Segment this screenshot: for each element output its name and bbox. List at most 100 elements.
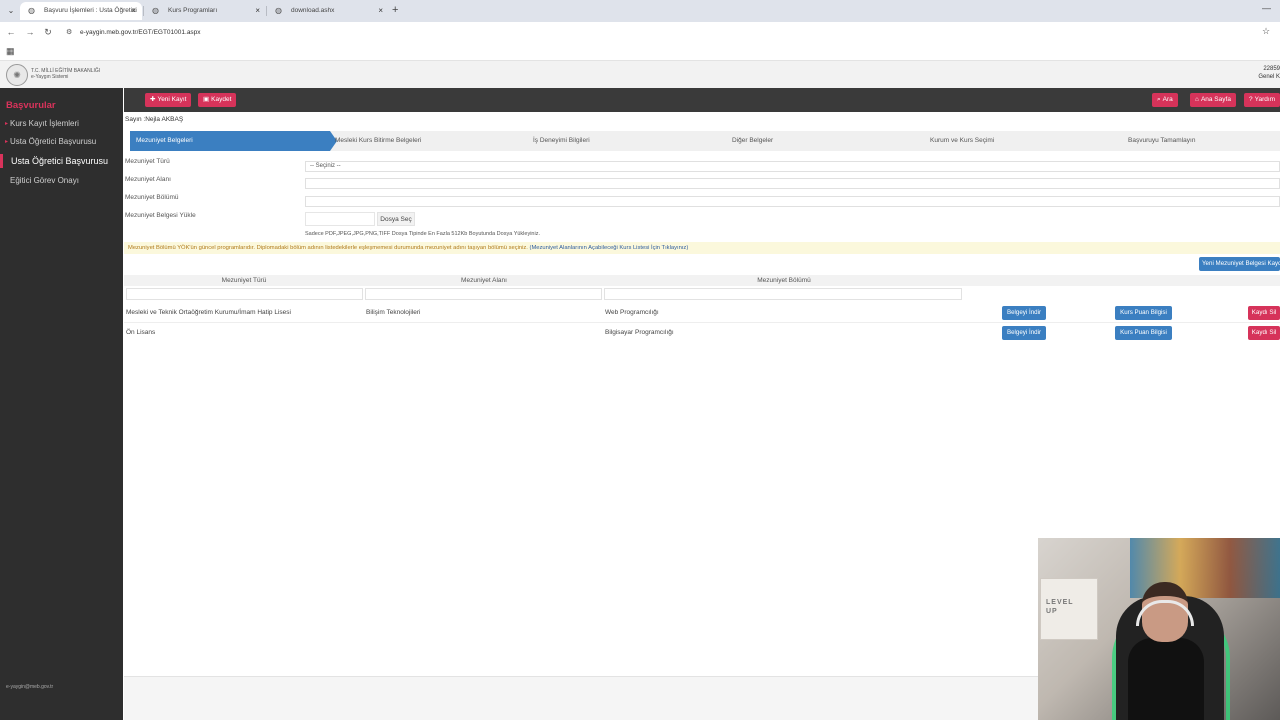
step-is-deneyimi[interactable]: İş Deneyimi Bilgileri [533,131,590,151]
file-name-field[interactable] [305,212,375,226]
new-record-button[interactable]: ✚ Yeni Kayıt [145,93,192,107]
delete-record-button[interactable]: Kaydı Sil [1248,326,1280,340]
step-kurum-kurs[interactable]: Kurum ve Kurs Seçimi [930,131,994,151]
cell-type: Mesleki ve Teknik Ortaöğretim Kurumu/İma… [126,309,291,316]
home-button[interactable]: ⌂ Ana Sayfa [1190,93,1236,107]
sidebar-item-egitici-gorev[interactable]: Eğitici Görev Onayı [0,174,123,188]
url-text: e-yaygin.meb.gov.tr/EGT/EGT01001.aspx [80,29,201,36]
table-header: Mezuniyet Türü Mezuniyet Alanı Mezuniyet… [124,275,1280,286]
step-mesleki-kurs[interactable]: Mesleki Kurs Bitirme Belgeleri [335,131,421,151]
warning-text: Mezuniyet Bölümü YÖK'ün güncel programla… [128,245,528,251]
bookmark-star-icon[interactable]: ☆ [1262,26,1270,37]
table-row: Mesleki ve Teknik Ortaöğretim Kurumu/İma… [124,303,1280,323]
tab-title: download.ashx [291,7,335,14]
filter-field-input[interactable] [365,288,602,300]
sidebar-title: Başvurular [6,100,56,111]
graduation-field-select[interactable] [305,178,1280,189]
graduation-type-select[interactable]: -- Seçiniz -- [305,161,1280,172]
file-type-hint: Sadece PDF,JPEG,JPG,PNG,TIFF Dosya Tipin… [305,231,540,237]
tab-title: Kurs Programları [168,7,218,14]
browser-tab-kurs-programlari[interactable]: ◍ Kurs Programları × [144,2,266,20]
search-button[interactable]: ⌕ Ara [1152,93,1178,107]
course-list-link[interactable]: (Mezuniyet Alanlarının Açabileceği Kurs … [530,245,689,251]
new-tab-button[interactable]: + [392,4,398,16]
help-icon: ? [1249,96,1253,103]
browser-tab-basvuru[interactable]: ◍ Başvuru İşlemleri : Usta Öğretici × [20,2,142,20]
sidebar-item-label: Kurs Kayıt İşlemleri [10,119,79,128]
minimize-window-icon[interactable]: — [1262,3,1271,13]
step-mezuniyet[interactable]: Mezuniyet Belgeleri [130,131,330,151]
site-header: ✺ T.C. MİLLİ EĞİTİM BAKANLIĞI e-Yaygın S… [0,61,1280,88]
graduation-department-select[interactable] [305,196,1280,207]
browser-tab-bar: ⌄ ◍ Başvuru İşlemleri : Usta Öğretici × … [0,0,1280,22]
person-body [1128,638,1204,720]
table-row: Ön Lisans Bilgisayar Programcılığı Belge… [124,323,1280,343]
reload-icon[interactable]: ↻ [42,26,54,38]
bookmarks-bar: ▦ [0,43,1280,61]
tab-search-icon[interactable]: ⌄ [5,5,17,17]
close-tab-icon[interactable]: × [378,2,383,20]
course-points-button[interactable]: Kurs Puan Bilgisi [1115,306,1172,320]
level-up-sign: LEVEL UP [1046,599,1074,615]
download-document-button[interactable]: Belgeyi İndir [1002,326,1046,340]
bullet-icon: ▸ [5,139,9,145]
save-icon: ▣ [203,96,210,103]
upload-label: Mezuniyet Belgesi Yükle [125,212,196,219]
cell-type: Ön Lisans [126,329,156,336]
step-tamamla[interactable]: Başvuruyu Tamamlayın [1128,131,1195,151]
column-header-department: Mezuniyet Bölümü [757,277,811,284]
sidebar-item-usta-ogretici-active[interactable]: Usta Öğretici Başvurusu [0,154,123,168]
button-label: Yardım [1254,96,1276,103]
new-graduation-button[interactable]: Yeni Mezuniyet Belgesi Kaydet [1199,257,1280,271]
course-points-button[interactable]: Kurs Puan Bilgisi [1115,326,1172,340]
sidebar-item-usta-ogretici[interactable]: ▸ Usta Öğretici Başvurusu [0,135,123,149]
logo-line-system: e-Yaygın Sistemi [31,74,69,80]
button-label: Ana Sayfa [1200,96,1231,103]
sidebar: Başvurular ▸ Kurs Kayıt İşlemleri ▸ Usta… [0,88,123,720]
sidebar-item-label: Usta Öğretici Başvurusu [10,137,97,146]
close-tab-icon[interactable]: × [255,2,260,20]
home-icon: ⌂ [1195,96,1199,103]
download-document-button[interactable]: Belgeyi İndir [1002,306,1046,320]
cell-department: Bilgisayar Programcılığı [605,329,674,336]
help-button[interactable]: ? Yardım [1244,93,1280,107]
graduation-field-label: Mezuniyet Alanı [125,176,171,183]
filter-type-input[interactable] [126,288,363,300]
close-tab-icon[interactable]: × [131,2,136,20]
filter-department-input[interactable] [604,288,962,300]
choose-file-button[interactable]: Dosya Seç [377,212,415,226]
button-label: Kaydet [211,96,232,103]
header-user-code: 22859 [1263,66,1280,72]
sidebar-item-label: Usta Öğretici Başvurusu [11,156,109,166]
back-arrow-icon[interactable]: ← [5,26,17,38]
wizard-steps: Mezuniyet Belgeleri Mesleki Kurs Bitirme… [130,131,1280,151]
globe-icon: ◍ [275,6,282,15]
support-email-link[interactable]: e-yaygin@meb.gov.tr [6,684,53,691]
site-info-icon[interactable]: ⚙ [66,26,72,39]
header-user-role: Genel K [1258,74,1280,80]
header-user-info: 22859 Genel K [1246,65,1280,81]
cell-field: Bilişim Teknolojileri [366,309,421,316]
graduation-type-label: Mezuniyet Türü [125,158,170,165]
browser-tab-download[interactable]: ◍ download.ashx × [267,2,389,20]
cell-department: Web Programcılığı [605,309,659,316]
sidebar-item-kurs-kayit[interactable]: ▸ Kurs Kayıt İşlemleri [0,117,123,131]
bullet-icon: ▸ [5,121,9,127]
column-header-field: Mezuniyet Alanı [461,277,507,284]
step-diger-belgeler[interactable]: Diğer Belgeler [732,131,773,151]
apps-grid-icon[interactable]: ▦ [6,46,15,57]
sidebar-footer: e-yaygin@meb.gov.tr [6,684,53,691]
user-greeting: Sayın :Nejla AKBAŞ [125,116,184,123]
globe-icon: ◍ [152,6,159,15]
forward-arrow-icon[interactable]: → [24,26,36,38]
sidebar-item-label: Eğitici Görev Onayı [10,176,79,185]
column-header-type: Mezuniyet Türü [221,277,267,284]
globe-icon: ◍ [28,6,35,15]
url-field[interactable]: ⚙ e-yaygin.meb.gov.tr/EGT/EGT01001.aspx [62,26,1262,39]
site-logo-text: T.C. MİLLİ EĞİTİM BAKANLIĞI e-Yaygın Sis… [31,68,100,80]
info-warning: Mezuniyet Bölümü YÖK'ün güncel programla… [124,242,1280,254]
delete-record-button[interactable]: Kaydı Sil [1248,306,1280,320]
tab-title: Başvuru İşlemleri : Usta Öğretici [44,7,137,14]
button-label: Yeni Kayıt [157,96,187,103]
save-button[interactable]: ▣ Kaydet [198,93,237,107]
